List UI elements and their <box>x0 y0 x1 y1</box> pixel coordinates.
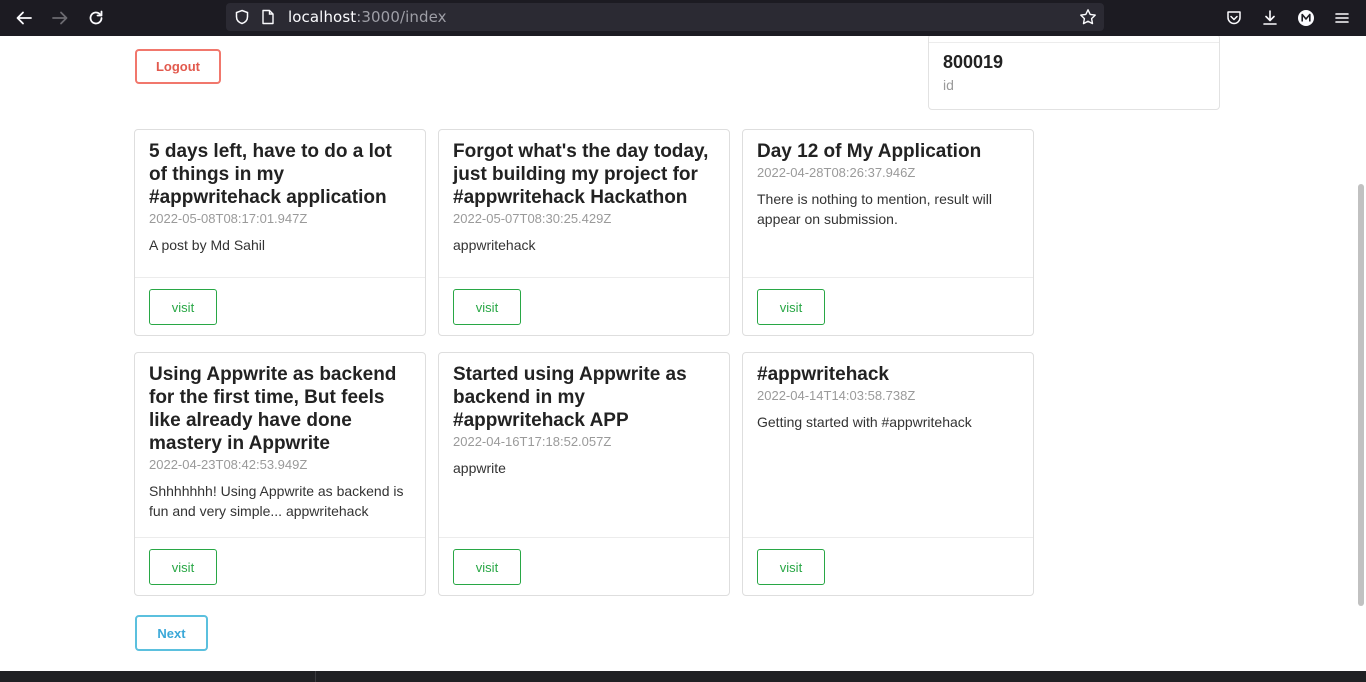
post-card-footer: visit <box>743 277 1033 335</box>
post-title: Forgot what's the day today, just buildi… <box>453 141 709 208</box>
post-title: #appwritehack <box>757 364 889 385</box>
visit-button[interactable]: visit <box>453 549 521 585</box>
post-date: 2022-05-08T08:17:01.947Z <box>149 211 308 226</box>
visit-button[interactable]: visit <box>149 549 217 585</box>
id-label: id <box>943 77 954 93</box>
post-text: Shhhhhhh! Using Appwrite as backend is f… <box>149 483 404 519</box>
post-card: #appwritehack 2022-04-14T14:03:58.738Z G… <box>742 352 1034 596</box>
pocket-icon[interactable] <box>1222 6 1246 30</box>
post-date: 2022-04-28T08:26:37.946Z <box>757 165 916 180</box>
visit-button[interactable]: visit <box>757 289 825 325</box>
shield-icon[interactable] <box>230 5 254 29</box>
url-host: localhost <box>288 8 357 26</box>
post-date: 2022-04-14T14:03:58.738Z <box>757 388 916 403</box>
scrollbar-thumb[interactable] <box>1358 184 1364 606</box>
post-card: Forgot what's the day today, just buildi… <box>438 129 730 336</box>
post-date: 2022-05-07T08:30:25.429Z <box>453 211 612 226</box>
page-icon <box>256 5 280 29</box>
post-date: 2022-04-23T08:42:53.949Z <box>149 457 308 472</box>
post-title: 5 days left, have to do a lot of things … <box>149 141 392 208</box>
page-viewport: Logout 800019 id 5 days left, have to do… <box>0 36 1366 671</box>
post-card-footer: visit <box>439 537 729 595</box>
post-card-footer: visit <box>743 537 1033 595</box>
post-card: Using Appwrite as backend for the first … <box>134 352 426 596</box>
post-title: Started using Appwrite as backend in my … <box>453 364 687 431</box>
post-card-footer: visit <box>439 277 729 335</box>
visit-button[interactable]: visit <box>453 289 521 325</box>
menu-icon[interactable] <box>1330 6 1354 30</box>
browser-toolbar: localhost:3000/index <box>0 0 1366 36</box>
url-path: :3000/index <box>356 8 447 26</box>
post-title: Using Appwrite as backend for the first … <box>149 364 397 454</box>
post-text: appwritehack <box>453 237 536 253</box>
id-card-divider <box>929 42 1219 43</box>
post-date: 2022-04-16T17:18:52.057Z <box>453 434 612 449</box>
post-card: Started using Appwrite as backend in my … <box>438 352 730 596</box>
account-avatar-icon[interactable] <box>1294 6 1318 30</box>
page-footer <box>0 671 1366 682</box>
post-card: 5 days left, have to do a lot of things … <box>134 129 426 336</box>
post-text: There is nothing to mention, result will… <box>757 191 992 227</box>
visit-button[interactable]: visit <box>149 289 217 325</box>
post-text: Getting started with #appwritehack <box>757 414 972 430</box>
logout-button[interactable]: Logout <box>135 49 221 84</box>
id-value: 800019 <box>943 52 1004 72</box>
visit-button[interactable]: visit <box>757 549 825 585</box>
url-bar[interactable]: localhost:3000/index <box>226 3 1104 31</box>
footer-divider <box>315 671 316 682</box>
back-arrow-icon[interactable] <box>12 6 36 30</box>
url-text[interactable]: localhost:3000/index <box>288 8 447 26</box>
bookmark-star-icon[interactable] <box>1076 5 1100 29</box>
next-button[interactable]: Next <box>135 615 208 651</box>
post-card-footer: visit <box>135 537 425 595</box>
post-title: Day 12 of My Application <box>757 141 982 162</box>
forward-arrow-icon[interactable] <box>48 6 72 30</box>
post-card: Day 12 of My Application 2022-04-28T08:2… <box>742 129 1034 336</box>
post-text: appwrite <box>453 460 506 476</box>
id-card: 800019 id <box>928 36 1220 110</box>
download-icon[interactable] <box>1258 6 1282 30</box>
post-text: A post by Md Sahil <box>149 237 265 253</box>
reload-icon[interactable] <box>84 6 108 30</box>
post-card-footer: visit <box>135 277 425 335</box>
